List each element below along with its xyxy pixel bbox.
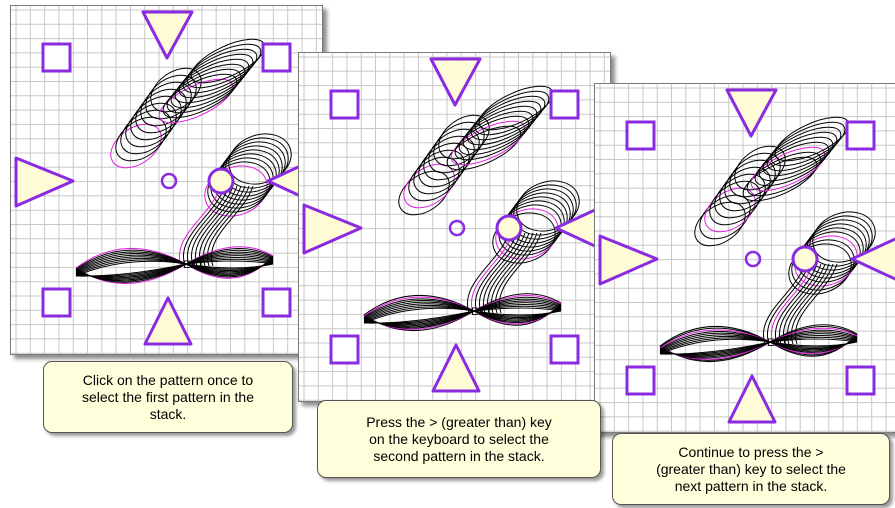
pattern-loop (750, 146, 826, 192)
resize-handle-icon[interactable] (625, 365, 656, 396)
rotate-handle-icon[interactable] (429, 57, 482, 107)
pattern-stem (466, 232, 510, 314)
pattern-loop (190, 38, 266, 84)
resize-handle-icon[interactable] (845, 365, 876, 396)
pattern-canvas[interactable]: EXT (299, 53, 610, 401)
rotate-handle-icon[interactable] (727, 374, 777, 424)
pattern-loop (182, 48, 258, 94)
pattern-loop (458, 110, 534, 156)
rotation-center-icon[interactable] (448, 219, 466, 237)
resize-handle-icon[interactable] (329, 334, 360, 365)
resize-handle-icon[interactable] (41, 287, 72, 318)
pattern-loop (454, 115, 530, 161)
pattern-loop (186, 43, 262, 89)
rotate-handle-icon[interactable] (431, 343, 481, 393)
pattern-panel-2: EXT (298, 52, 611, 402)
rotation-center-icon[interactable] (495, 214, 523, 242)
rotation-center-icon[interactable] (207, 167, 235, 195)
pattern-panel-1: EXT (10, 5, 323, 355)
rotation-center-icon[interactable] (791, 245, 819, 273)
resize-handle-icon[interactable] (625, 120, 656, 151)
resize-handle-icon[interactable] (261, 287, 292, 318)
pattern-loop (774, 116, 850, 162)
rotate-handle-icon[interactable] (143, 296, 193, 346)
resize-handle-icon[interactable] (329, 89, 360, 120)
callout-step-3: Continue to press the > (greater than) k… (612, 433, 890, 505)
resize-handle-icon[interactable] (261, 42, 292, 73)
pattern-label: EXT (471, 306, 493, 318)
pattern-loop (754, 141, 830, 187)
pattern-loop (166, 68, 242, 114)
pattern-loop (742, 156, 818, 202)
resize-handle-icon[interactable] (549, 89, 580, 120)
resize-handle-icon[interactable] (845, 120, 876, 151)
pattern-label: EXT (767, 337, 789, 349)
rotate-handle-icon[interactable] (141, 10, 194, 60)
pattern-loop (478, 85, 554, 131)
pattern-loop (170, 63, 246, 109)
pattern-canvas[interactable]: EXT (11, 6, 322, 354)
pattern-loop (470, 95, 546, 141)
rotation-center-icon[interactable] (160, 172, 178, 190)
pattern-loop (474, 90, 550, 136)
rotate-handle-icon[interactable] (725, 88, 778, 138)
callout-step-2: Press the > (greater than) key on the ke… (317, 400, 601, 478)
pattern-label: EXT (183, 259, 205, 271)
pattern-loop (770, 121, 846, 167)
pattern-stem (178, 185, 222, 267)
pattern-loop (446, 125, 522, 171)
rotation-center-icon[interactable] (744, 250, 762, 268)
pattern-loop (766, 126, 842, 172)
callout-step-1: Click on the pattern once to select the … (43, 361, 293, 433)
resize-handle-icon[interactable] (549, 334, 580, 365)
pattern-canvas[interactable]: EXT (595, 84, 895, 432)
pattern-loop (158, 78, 234, 124)
pattern-stem (762, 263, 806, 345)
resize-handle-icon[interactable] (41, 42, 72, 73)
pattern-panel-3: EXT (594, 83, 895, 433)
